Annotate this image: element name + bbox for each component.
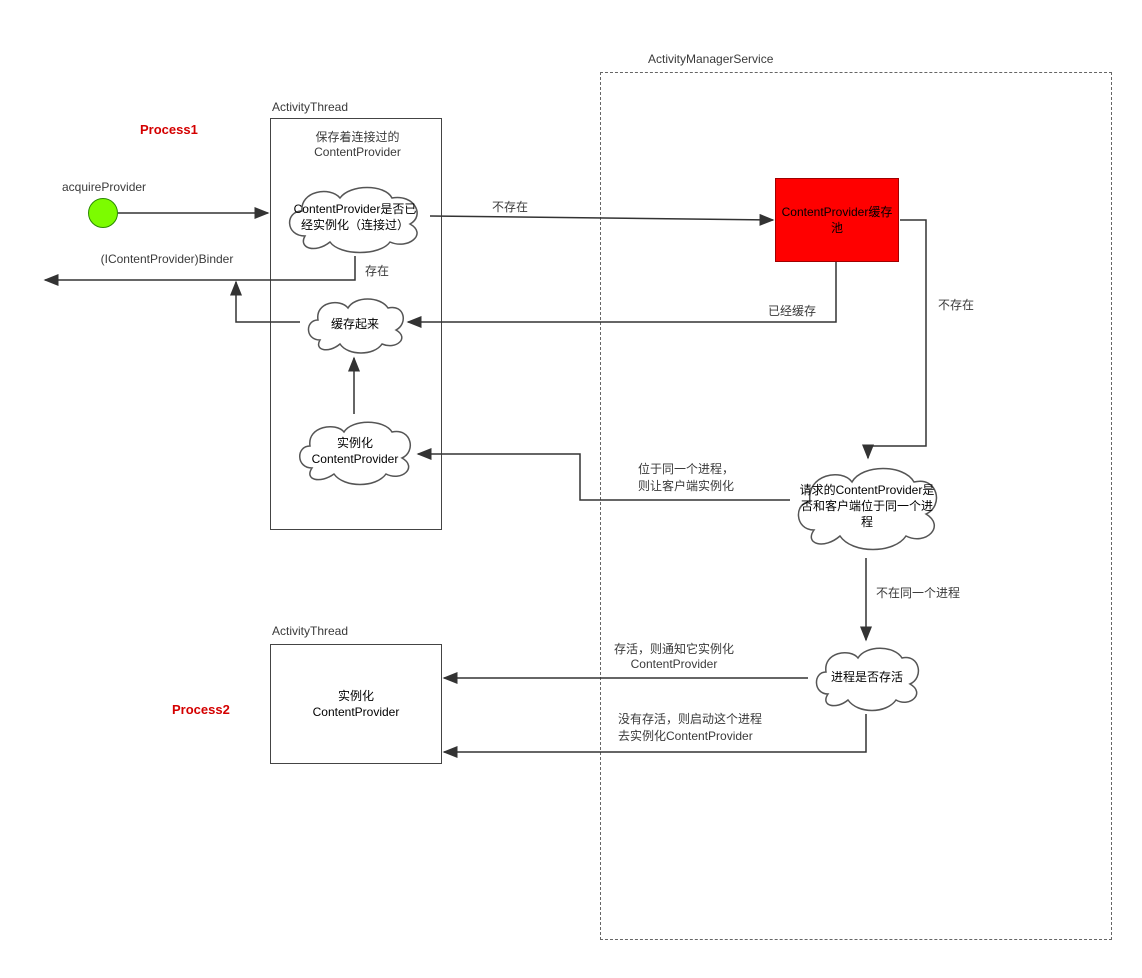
cloud-same-process: 请求的ContentProvider是否和客户端位于同一个进程 bbox=[788, 452, 946, 560]
cloud-cache-it-text: 缓存起来 bbox=[331, 316, 379, 332]
alive-notify-label: 存活，则通知它实例化 ContentProvider bbox=[614, 640, 734, 671]
saved-connected-label: 保存着连接过的 ContentProvider bbox=[290, 128, 425, 159]
cloud-instantiate-cp1: 实例化 ContentProvider bbox=[290, 412, 420, 490]
acquire-provider-label: acquireProvider bbox=[62, 180, 146, 194]
instantiate-cp2-text: 实例化 ContentProvider bbox=[313, 688, 400, 720]
content-provider-cache-pool-text: ContentProvider缓存池 bbox=[780, 204, 894, 236]
cloud-is-instantiated-text: ContentProvider是否已经实例化（连接过） bbox=[290, 201, 420, 233]
process2-label: Process2 bbox=[172, 702, 230, 717]
cloud-cache-it: 缓存起来 bbox=[300, 290, 410, 358]
icontent-provider-binder-label: (IContentProvider)Binder bbox=[82, 252, 252, 266]
already-cached-label: 已经缓存 bbox=[768, 302, 816, 319]
cloud-process-alive-text: 进程是否存活 bbox=[831, 669, 903, 685]
cloud-same-process-text: 请求的ContentProvider是否和客户端位于同一个进程 bbox=[798, 482, 936, 531]
activity-thread-2-box: 实例化 ContentProvider bbox=[270, 644, 442, 764]
content-provider-cache-pool: ContentProvider缓存池 bbox=[775, 178, 899, 262]
process1-label: Process1 bbox=[140, 122, 198, 137]
cloud-is-instantiated: ContentProvider是否已经实例化（连接过） bbox=[280, 176, 430, 258]
cloud-instantiate-cp1-text: 实例化 ContentProvider bbox=[312, 435, 399, 467]
exists-label: 存在 bbox=[365, 262, 389, 279]
activity-thread-2-title: ActivityThread bbox=[272, 624, 348, 638]
activity-thread-1-title: ActivityThread bbox=[272, 100, 348, 114]
ams-title: ActivityManagerService bbox=[648, 52, 773, 66]
not-exist-label-1: 不存在 bbox=[492, 198, 528, 215]
start-node-circle bbox=[88, 198, 118, 228]
cloud-process-alive: 进程是否存活 bbox=[808, 638, 926, 716]
not-exist-label-2: 不存在 bbox=[938, 296, 974, 313]
same-process-label: 位于同一个进程， 则让客户端实例化 bbox=[638, 460, 734, 494]
not-same-process-label: 不在同一个进程 bbox=[876, 584, 960, 601]
not-alive-start-label: 没有存活，则启动这个进程 去实例化ContentProvider bbox=[618, 710, 762, 744]
